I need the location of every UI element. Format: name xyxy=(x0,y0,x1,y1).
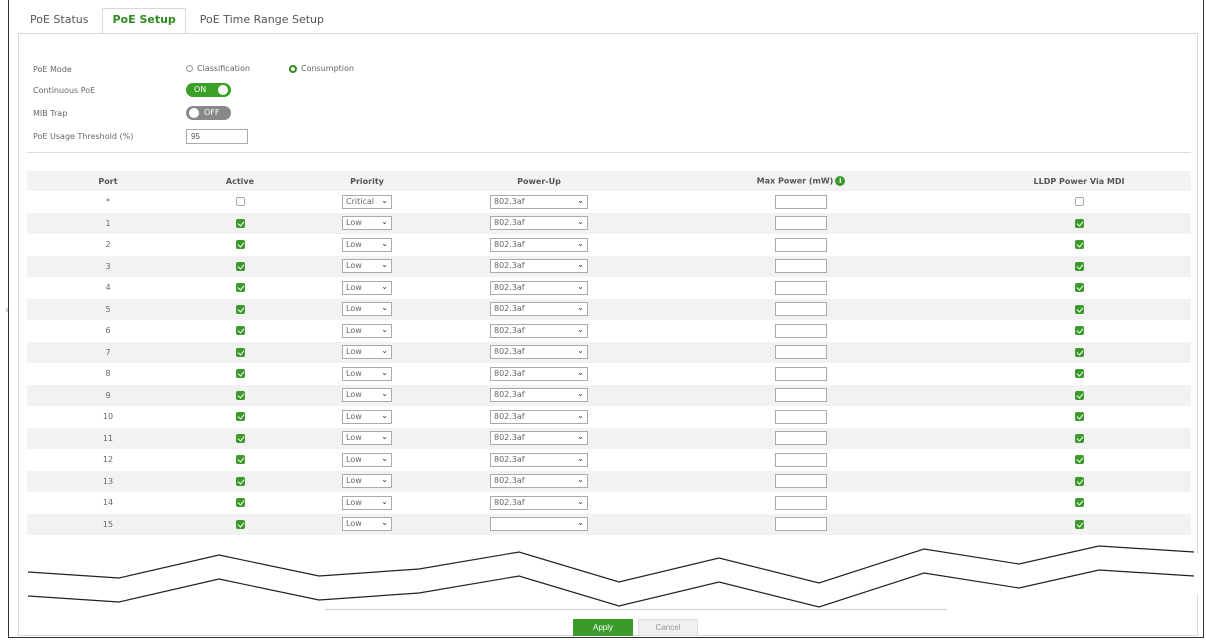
chevron-left-icon[interactable]: ‹ xyxy=(5,305,9,316)
poe-setup-panel: PoE Mode Classification Consumption Cont… xyxy=(18,33,1199,636)
tab-bar: PoE Status PoE Setup PoE Time Range Setu… xyxy=(20,8,338,34)
tab-poe-time-range-setup[interactable]: PoE Time Range Setup xyxy=(190,8,334,34)
tab-poe-setup[interactable]: PoE Setup xyxy=(102,8,186,34)
page-break-graphic xyxy=(19,545,1199,608)
cancel-button[interactable]: Cancel xyxy=(638,619,698,636)
footer-divider xyxy=(325,609,947,610)
apply-button[interactable]: Apply xyxy=(573,619,633,636)
tab-poe-status[interactable]: PoE Status xyxy=(20,8,98,34)
